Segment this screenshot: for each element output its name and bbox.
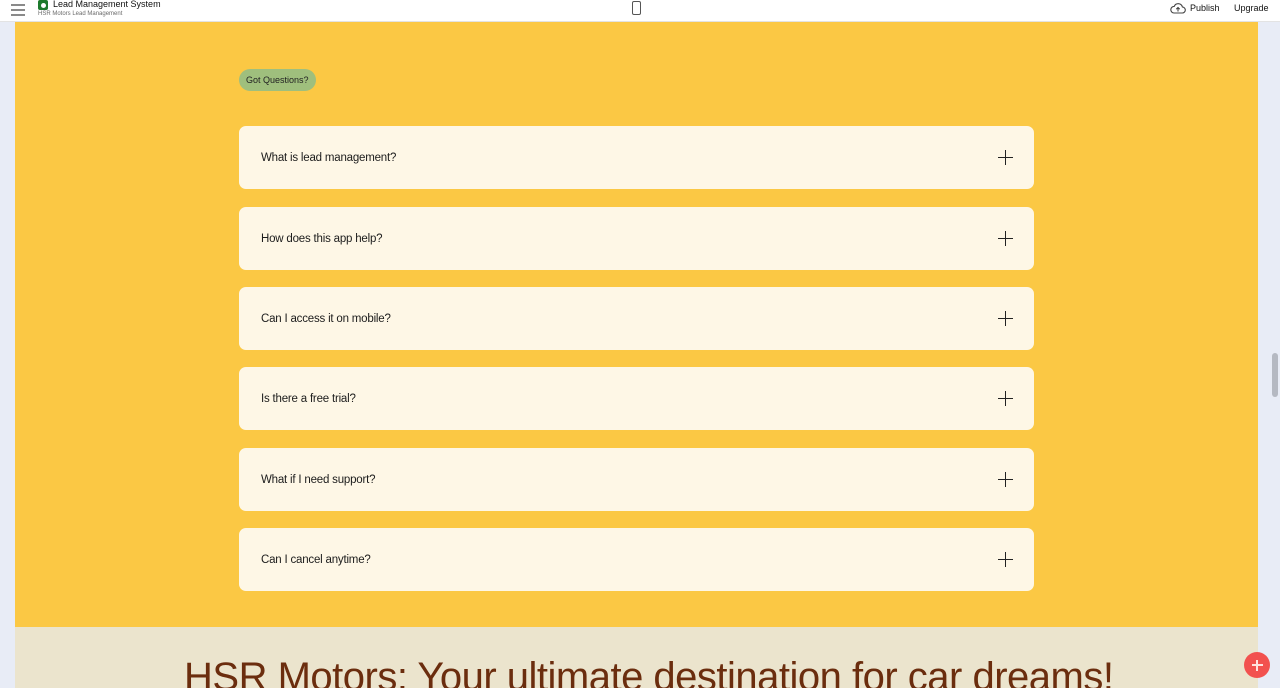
plus-icon[interactable] [998,311,1013,326]
faq-question: Is there a free trial? [261,392,356,405]
add-fab-button[interactable] [1244,652,1270,678]
scrollbar-thumb[interactable] [1272,353,1278,397]
cloud-upload-icon [1170,3,1186,14]
hero-section: HSR Motors: Your ultimate destination fo… [15,627,1258,688]
faq-item[interactable]: Can I access it on mobile? [239,287,1034,350]
publish-button[interactable]: Publish [1170,2,1220,14]
plus-icon[interactable] [998,150,1013,165]
plus-icon[interactable] [998,472,1013,487]
mobile-device-icon[interactable] [632,1,641,15]
plus-icon[interactable] [998,391,1013,406]
faq-question: Can I cancel anytime? [261,553,371,566]
plus-icon[interactable] [998,552,1013,567]
faq-question: Can I access it on mobile? [261,312,391,325]
faq-question: What is lead management? [261,151,397,164]
got-questions-badge: Got Questions? [239,69,316,91]
faq-item[interactable]: Is there a free trial? [239,367,1034,430]
upgrade-button[interactable]: Upgrade [1234,3,1269,13]
app-title: Lead Management System [53,0,161,9]
faq-section: Got Questions? What is lead management? … [15,22,1258,627]
plus-icon[interactable] [998,231,1013,246]
menu-icon[interactable] [11,4,25,16]
app-logo-icon [38,0,48,10]
faq-question: What if I need support? [261,473,376,486]
hero-title: HSR Motors: Your ultimate destination fo… [184,655,1114,688]
faq-item[interactable]: How does this app help? [239,207,1034,270]
faq-question: How does this app help? [261,232,383,245]
publish-label: Publish [1190,3,1220,13]
faq-item[interactable]: What is lead management? [239,126,1034,189]
app-subtitle: HSR Motors Lead Management [38,11,123,17]
top-toolbar: Lead Management System HSR Motors Lead M… [0,0,1280,22]
faq-item[interactable]: Can I cancel anytime? [239,528,1034,591]
faq-item[interactable]: What if I need support? [239,448,1034,511]
